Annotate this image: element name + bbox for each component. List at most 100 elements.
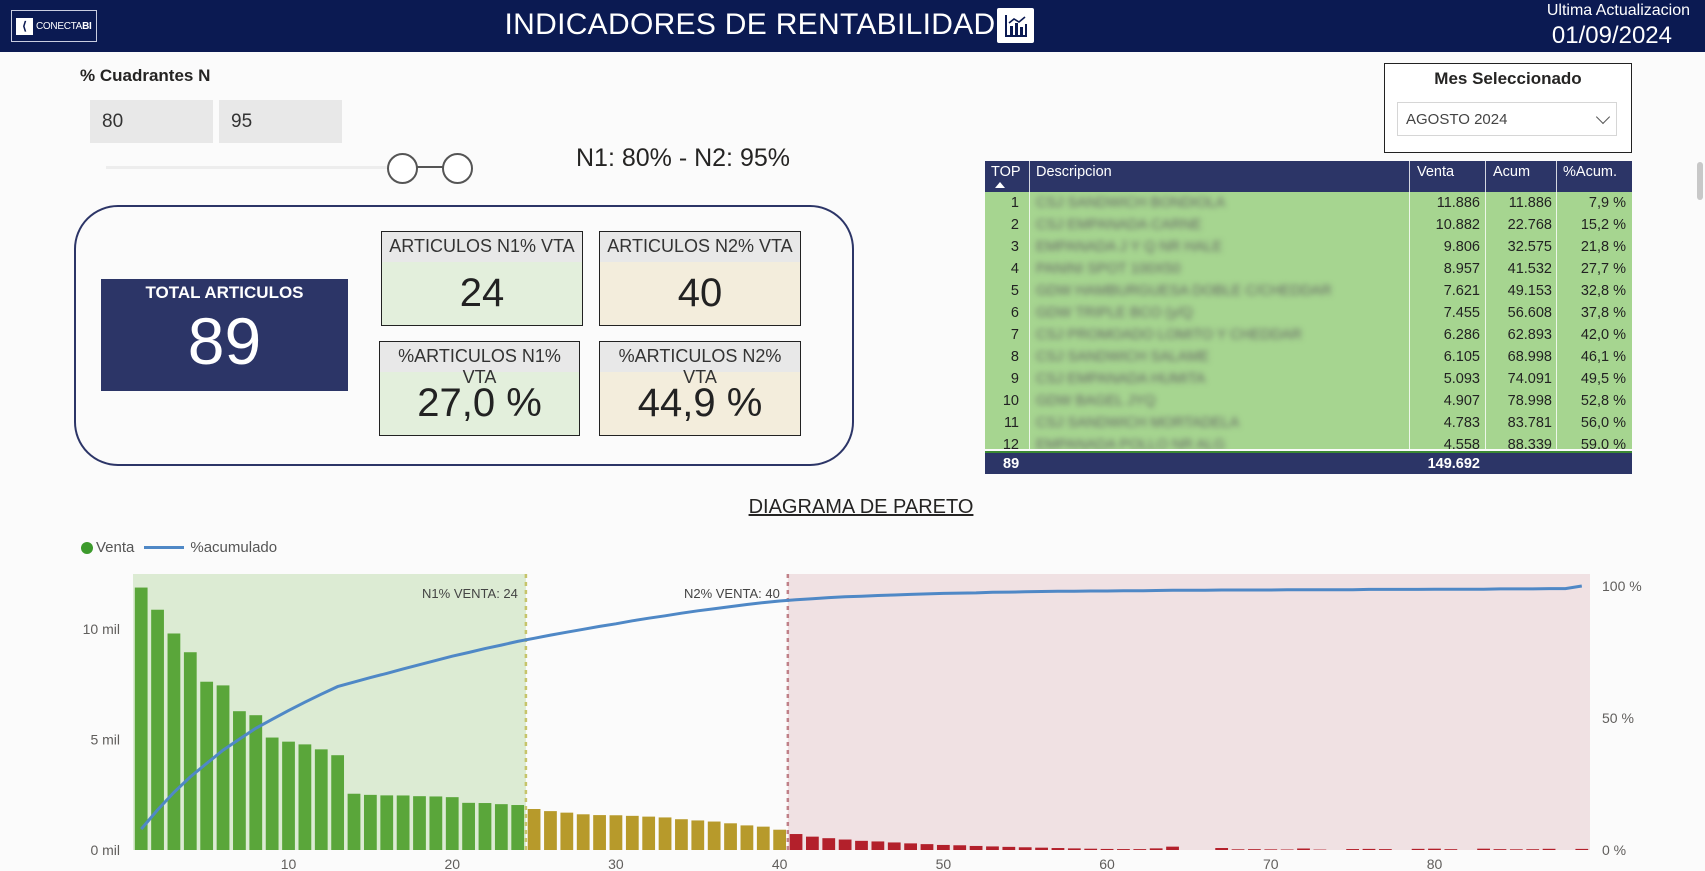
venta-bar	[1264, 849, 1278, 850]
venta-bar	[675, 819, 688, 850]
table-row[interactable]: 1 CSJ SANDWICH BONDIOLA 11.886 11.886 7,9 %	[985, 192, 1632, 214]
venta-bar	[855, 840, 868, 850]
table-row[interactable]: 6 GDW TRIPLE BCO (y/Q 7.455 56.608 37,8 %	[985, 302, 1632, 324]
table-row[interactable]: 3 EMPANADA J Y Q NR HALE 9.806 32.575 21,8 %	[985, 236, 1632, 258]
venta-bar	[478, 803, 492, 850]
cell-pct-acum: 46,1 %	[1580, 349, 1626, 365]
table-body[interactable]: 1 CSJ SANDWICH BONDIOLA 11.886 11.886 7,9 % 2…	[985, 192, 1632, 449]
column-divider	[1409, 161, 1410, 449]
venta-bar	[233, 711, 246, 850]
venta-bar	[1035, 847, 1048, 850]
venta-bar	[1067, 848, 1081, 850]
venta-bar	[707, 821, 721, 850]
update-date: 01/09/2024	[1551, 22, 1672, 49]
venta-bar	[1411, 848, 1425, 850]
venta-bar	[691, 820, 705, 850]
venta-bar	[609, 815, 623, 850]
column-divider	[1029, 161, 1030, 449]
n2-zone	[787, 574, 1590, 850]
venta-bar	[904, 843, 917, 850]
venta-bar	[216, 685, 230, 850]
col-header-venta[interactable]: Venta	[1417, 164, 1454, 180]
cell-top: 12	[1002, 437, 1019, 449]
col-header-pct-acum[interactable]: %Acum.	[1563, 164, 1617, 180]
venta-bar	[249, 715, 263, 850]
table-row[interactable]: 5 GDW HAMBURGUESA DOBLE C/CHEDDAR 7.621 49.…	[985, 280, 1632, 302]
cell-venta: 7.455	[1443, 305, 1480, 321]
venta-bar	[462, 802, 475, 850]
pct-articulos-n1-label: %ARTICULOS N1% VTA	[380, 342, 579, 387]
venta-bar	[838, 839, 852, 850]
cell-top: 3	[1010, 239, 1019, 255]
cell-descripcion: PANINI SPOT 100X50	[1036, 261, 1181, 277]
table-row[interactable]: 2 CSJ EMPANADA CARNE 10.882 22.768 15,2 %	[985, 214, 1632, 236]
pareto-chart: 0 mil 5 mil 10 mil 0 % 50 % 100 % N1% VENTA: 2…	[83, 574, 1642, 871]
table-row[interactable]: 11 CSJ SANDWICH MORTADELA 4.783 83.781 56,0 …	[985, 412, 1632, 434]
table-row[interactable]: 8 CSJ SANDWICH SALAME 6.105 68.998 46,1 %	[985, 346, 1632, 368]
month-dropdown-value: AGOSTO 2024	[1406, 111, 1508, 128]
table-row[interactable]: 7 CSJ PROMOADO LOMITO Y CHEDDAR 6.286 62.89…	[985, 324, 1632, 346]
pct-articulos-n1-value: 27,0 %	[417, 381, 542, 425]
n1-input[interactable]: 80	[90, 100, 213, 143]
venta-bar	[1575, 848, 1589, 850]
cell-descripcion: CSJ SANDWICH BONDIOLA	[1036, 195, 1226, 211]
pct-articulos-n2-value: 44,9 %	[637, 381, 763, 425]
cell-top: 11	[1003, 415, 1019, 431]
cell-pct-acum: 37,8 %	[1580, 305, 1626, 321]
venta-bar	[1542, 848, 1556, 850]
total-articulos-card: TOTAL ARTICULOS 89	[101, 279, 348, 391]
scrollbar[interactable]	[1697, 162, 1703, 200]
col-header-top[interactable]: TOP	[991, 164, 1021, 180]
cell-pct-acum: 56,0 %	[1580, 415, 1626, 431]
slider-knob-max[interactable]	[442, 153, 473, 184]
venta-bar	[413, 796, 426, 850]
venta-bar	[167, 633, 181, 850]
cell-top: 9	[1010, 371, 1019, 387]
venta-bar	[789, 834, 803, 850]
cell-acum: 78.998	[1507, 393, 1552, 409]
y-left-tick: 10 mil	[83, 621, 120, 637]
slider-knob-min[interactable]	[387, 153, 418, 184]
col-header-descripcion[interactable]: Descripcion	[1036, 164, 1112, 180]
table-row[interactable]: 4 PANINI SPOT 100X50 8.957 41.532 27,7 %	[985, 258, 1632, 280]
venta-bar	[445, 797, 459, 850]
update-label: Ultima Actualizacion	[1546, 2, 1690, 19]
venta-bar	[806, 836, 819, 850]
column-divider	[1485, 161, 1486, 449]
cell-descripcion: CSJ SANDWICH SALAME	[1036, 349, 1210, 365]
x-tick: 10	[281, 856, 297, 871]
venta-bar	[314, 749, 328, 850]
col-header-acum[interactable]: Acum	[1493, 164, 1530, 180]
venta-bar	[134, 587, 148, 850]
cell-venta: 7.621	[1443, 283, 1480, 299]
conectabi-logo: ⟨ CONECTABI	[11, 10, 97, 42]
table-row[interactable]: 9 CSJ EMPANADA HUMITA 5.093 74.091 49,5 %	[985, 368, 1632, 390]
articulos-n1-card: ARTICULOS N1% VTA 24	[381, 231, 583, 326]
range-slider-track	[106, 166, 406, 169]
chart-legend: Venta %acumulado	[81, 539, 277, 556]
y-right-tick: 100 %	[1602, 578, 1642, 594]
venta-bar	[1248, 849, 1261, 850]
n2-annotation: N2% VENTA: 40	[684, 586, 780, 601]
venta-bar	[1117, 849, 1130, 850]
n2-input[interactable]: 95	[219, 100, 342, 143]
venta-bar	[1133, 849, 1147, 850]
venta-bar	[625, 815, 639, 850]
month-filter-title: Mes Seleccionado	[1434, 69, 1582, 88]
table-row[interactable]: 10 GDW BAGEL JYQ 4.907 78.998 52,8 %	[985, 390, 1632, 412]
venta-bar	[1477, 848, 1490, 850]
cell-acum: 49.153	[1507, 283, 1552, 299]
venta-bar	[642, 816, 656, 850]
venta-bar	[1002, 846, 1016, 850]
total-top: 89	[1003, 456, 1020, 472]
cell-pct-acum: 32,8 %	[1580, 283, 1626, 299]
column-divider	[1556, 161, 1557, 449]
cell-top: 1	[1010, 195, 1019, 211]
table-row[interactable]: 12 EMPANADA POLLO NR ALG 4.558 88.339 59,0 %	[985, 434, 1632, 449]
chart-report-icon[interactable]	[997, 8, 1034, 43]
venta-bar	[773, 829, 787, 850]
x-tick: 40	[772, 856, 788, 871]
venta-bar	[1231, 849, 1245, 850]
cell-acum: 56.608	[1507, 305, 1552, 321]
month-dropdown[interactable]: AGOSTO 2024	[1397, 102, 1617, 136]
